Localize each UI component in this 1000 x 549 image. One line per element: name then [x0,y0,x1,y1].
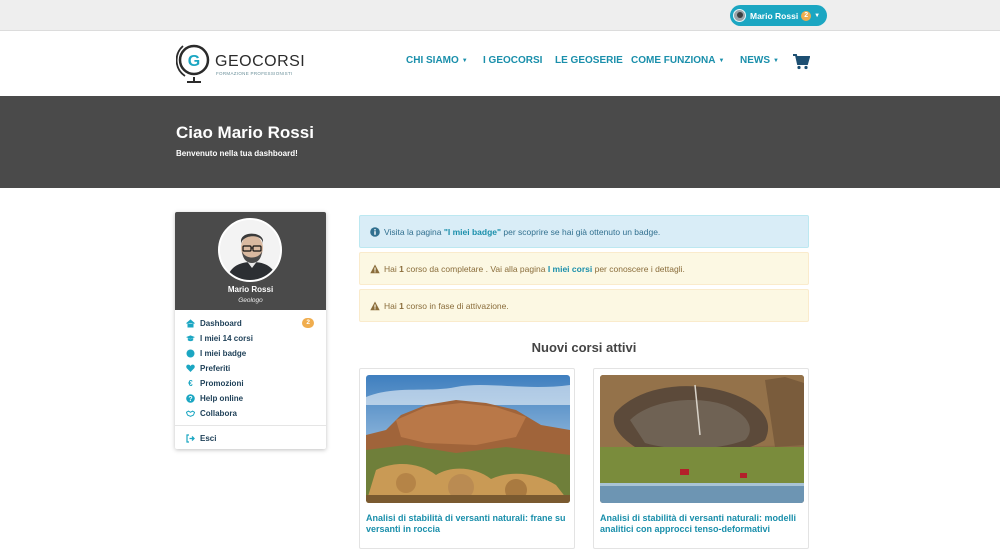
user-avatar-small [733,9,746,22]
logo-tagline: FORMAZIONE PROFESSIONISTI [216,71,293,76]
logo-wordmark: GEOCORSI [215,53,306,70]
nav-i-geocorsi[interactable]: I GEOCORSI [483,55,542,66]
dashboard-hero: Ciao Mario Rossi Benvenuto nella tua das… [0,96,1000,188]
sidebar-item-label: I miei badge [200,348,247,358]
course-image[interactable] [366,375,570,503]
svg-text:G: G [188,53,200,70]
dashboard-badge: 2 [302,318,314,328]
cart-icon[interactable] [793,54,810,70]
landslide-image [600,375,804,503]
nav-news[interactable]: NEWS ▼ [740,55,779,66]
page-title: Ciao Mario Rossi [176,123,314,142]
course-activation-alert: Hai 1 corso in fase di attivazione. [359,289,809,322]
globe-logo-icon: G [175,44,210,83]
nav-chi-siamo[interactable]: CHI SIAMO ▼ [406,55,468,66]
sidebar-item-preferiti[interactable]: Preferiti [186,362,316,374]
sidebar-item-promozioni[interactable]: € Promozioni [186,377,316,389]
course-to-complete-alert: Hai 1 corso da completare . Vai alla pag… [359,252,809,285]
sidebar-item-label: Collabora [200,408,237,418]
profile-header: Mario Rossi Geologo [175,212,326,310]
course-title-link[interactable]: Analisi di stabilità di versanti natural… [366,513,572,534]
geocorsi-logo[interactable]: G GEOCORSI FORMAZIONE PROFESSIONISTI [175,41,305,83]
site-header: G GEOCORSI FORMAZIONE PROFESSIONISTI CHI… [0,31,1000,96]
euro-icon: € [188,378,193,388]
sidebar-item-badge[interactable]: I miei badge [186,347,316,359]
sidebar-item-label: I miei 14 corsi [200,333,253,343]
course-card[interactable]: Analisi di stabilità di versanti natural… [359,368,575,549]
sidebar-item-dashboard[interactable]: Dashboard 2 [186,317,316,329]
user-photo-icon [220,220,280,280]
nav-le-geoserie[interactable]: LE GEOSERIE [555,55,623,66]
warning-icon [370,264,380,274]
svg-text:?: ? [188,396,192,403]
rocky-cliff-image [366,375,570,503]
my-courses-link[interactable]: I miei corsi [548,264,592,274]
user-menu-name: Mario Rossi [750,10,799,21]
sidebar-item-label: Dashboard [200,318,242,328]
nav-come-funziona[interactable]: COME FUNZIONA ▼ [631,55,724,66]
course-image[interactable] [600,375,804,503]
logout-icon [186,433,195,443]
sidebar-item-label: Preferiti [200,363,231,373]
question-icon: ? [186,393,195,403]
sidebar-item-label: Esci [200,433,217,443]
section-title: Nuovi corsi attivi [531,340,637,355]
warning-icon [370,301,380,311]
home-icon [186,318,195,328]
course-card[interactable]: Analisi di stabilità di versanti natural… [593,368,809,549]
badge-page-link[interactable]: "I miei badge" [444,227,501,237]
sidebar-item-collabora[interactable]: Collabora [186,407,316,419]
caret-down-icon: ▼ [773,57,779,64]
sidebar-item-label: Help online [200,393,244,403]
course-title-link[interactable]: Analisi di stabilità di versanti natural… [600,513,806,534]
circle-icon [186,349,195,358]
profile-card: Mario Rossi Geologo Dashboard 2 I miei 1… [175,212,326,449]
handshake-icon [186,409,195,418]
info-icon [370,226,380,237]
sidebar-item-label: Promozioni [200,378,244,388]
notification-badge: 2 [801,10,812,21]
heart-icon [186,364,195,373]
sidebar-item-help[interactable]: ? Help online [186,392,316,404]
graduation-cap-icon [186,334,195,343]
avatar [218,218,282,282]
menu-divider [175,425,326,426]
caret-down-icon: ▼ [461,57,468,64]
caret-down-icon: ▼ [718,57,725,64]
top-bar: Mario Rossi 2 ▼ [0,0,1000,31]
profile-role: Geologo [238,297,263,304]
sidebar-item-logout[interactable]: Esci [186,432,316,444]
sidebar-item-corsi[interactable]: I miei 14 corsi [186,332,316,344]
badge-info-alert: Visita la pagina "I miei badge" per scop… [359,215,809,248]
page-subtitle: Benvenuto nella tua dashboard! [176,149,298,158]
profile-name: Mario Rossi [227,285,274,294]
chevron-down-icon: ▼ [814,12,821,19]
user-menu-button[interactable]: Mario Rossi 2 ▼ [730,5,827,26]
